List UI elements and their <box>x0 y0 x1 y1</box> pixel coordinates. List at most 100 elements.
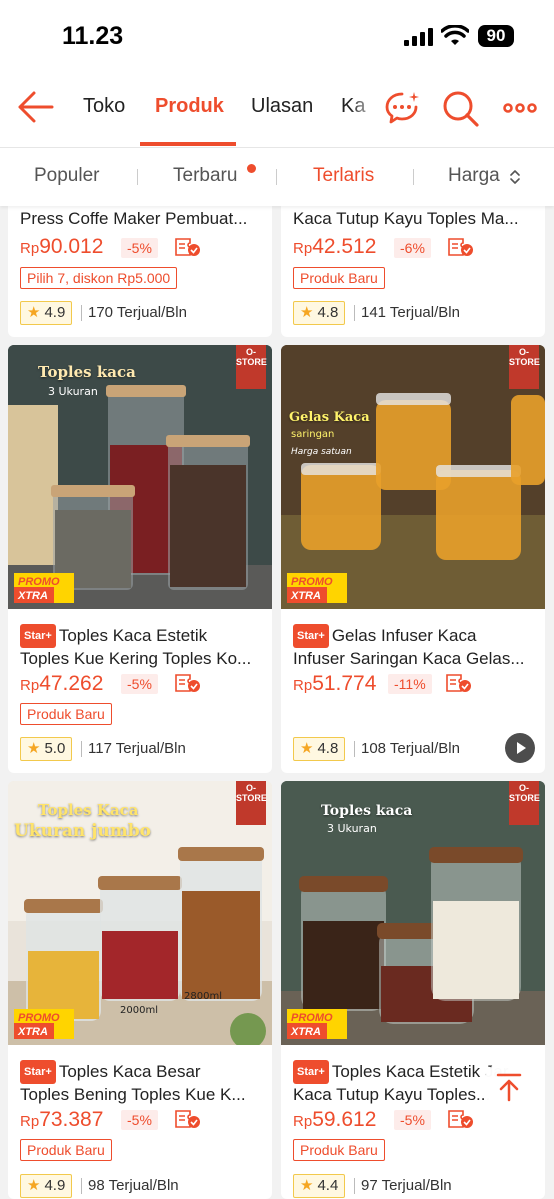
cellular-signal-icon <box>404 28 433 46</box>
product-card[interactable]: Gelas Kaca saringan Harga satuan O-STORE… <box>281 345 545 773</box>
divider <box>81 741 82 757</box>
sort-terlaris[interactable]: Terlaris <box>313 165 374 187</box>
rating-badge: ★ 5.0 <box>20 737 73 761</box>
size-label: 2000ml <box>120 1005 158 1016</box>
star-icon: ★ <box>300 1177 314 1194</box>
product-image <box>281 781 545 1045</box>
app-root: 11.23 90 Toko Produk Ulasan Ka <box>0 0 554 1199</box>
image-caption: Gelas Kaca <box>289 410 370 425</box>
sold-count: 117 Terjual/Bln <box>88 740 186 757</box>
product-price: Rp51.774 <box>293 672 377 695</box>
image-caption: Toples kaca <box>321 803 413 819</box>
star-icon: ★ <box>27 1177 41 1194</box>
brand-strip: O-STORE <box>236 345 267 389</box>
cod-icon <box>448 1110 473 1128</box>
star-icon: ★ <box>27 740 41 757</box>
discount-badge: -11% <box>388 674 432 694</box>
new-indicator-dot <box>247 164 256 173</box>
product-card[interactable]: Toples kaca 3 Ukuran O-STORE PROMO XTRA … <box>8 345 272 773</box>
svg-text:XTRA: XTRA <box>17 590 48 602</box>
promo-tag: Pilih 7, diskon Rp5.000 <box>20 267 178 289</box>
promo-tag: Produk Baru <box>20 703 112 725</box>
tab-produk[interactable]: Produk <box>155 95 224 118</box>
product-price: Rp90.012 <box>20 235 104 258</box>
image-subcaption: 3 Ukuran <box>48 385 98 398</box>
image-subcaption: Ukuran jumbo <box>14 821 151 841</box>
sort-terbaru[interactable]: Terbaru <box>173 165 237 187</box>
rating-badge: ★ 4.8 <box>293 301 346 325</box>
back-to-top-icon[interactable] <box>482 1060 536 1114</box>
product-price: Rp59.612 <box>293 1108 377 1131</box>
rating-badge: ★ 4.9 <box>20 1174 73 1198</box>
rating-badge: ★ 4.9 <box>20 301 73 325</box>
tab-ulasan[interactable]: Ulasan <box>251 95 313 118</box>
sort-divider <box>137 169 138 185</box>
star-plus-badge: Star+ <box>293 624 329 648</box>
product-card[interactable]: Toples kaca 3 Ukuran O-STORE PROMO XTRA … <box>281 781 545 1199</box>
promo-xtra-badge: PROMO XTRA <box>14 1009 74 1039</box>
product-price: Rp42.512 <box>293 235 377 258</box>
divider <box>81 1178 82 1194</box>
size-label: 2800ml <box>184 991 222 1002</box>
promo-tag: Produk Baru <box>293 1139 385 1161</box>
promo-tag: Produk Baru <box>293 267 385 289</box>
play-video-icon[interactable] <box>505 733 535 763</box>
product-price: Rp47.262 <box>20 672 104 695</box>
divider <box>354 1178 355 1194</box>
sort-divider <box>276 169 277 185</box>
more-options-icon[interactable] <box>500 88 540 128</box>
product-title: Star+ Toples Kaca Besar Toples Bening Top… <box>20 1060 246 1104</box>
sort-populer[interactable]: Populer <box>34 165 100 187</box>
sold-count: 98 Terjual/Bln <box>88 1177 179 1194</box>
sold-count: 170 Terjual/Bln <box>88 304 187 321</box>
product-title: Star+ Toples Kaca Estetik Toples Kue Keri… <box>20 624 252 668</box>
sort-harga[interactable]: Harga <box>448 165 500 187</box>
promo-xtra-badge: PROMO XTRA <box>287 573 347 603</box>
sort-bar: Populer Terbaru Terlaris Harga <box>0 148 554 206</box>
star-icon: ★ <box>300 740 314 757</box>
star-plus-badge: Star+ <box>20 624 56 648</box>
star-icon: ★ <box>300 304 314 321</box>
cod-icon <box>175 1110 200 1128</box>
discount-badge: -6% <box>394 238 431 258</box>
image-subcaption: saringan <box>291 429 335 440</box>
svg-text:PROMO: PROMO <box>18 576 60 588</box>
tab-fade <box>350 70 380 147</box>
brand-strip: O-STORE <box>236 781 267 825</box>
image-note: Harga satuan <box>291 447 352 457</box>
product-title: Press Coffe Maker Pembuat... <box>20 209 248 228</box>
cod-icon <box>448 238 473 256</box>
wifi-icon <box>441 25 469 45</box>
discount-badge: -5% <box>394 1110 431 1130</box>
svg-text:PROMO: PROMO <box>291 1012 333 1024</box>
rating-badge: ★ 4.8 <box>293 737 346 761</box>
sold-count: 108 Terjual/Bln <box>361 740 460 757</box>
product-card[interactable]: Toples Kaca Ukuran jumbo 2000ml 2800ml O… <box>8 781 272 1199</box>
product-image <box>281 345 545 609</box>
discount-badge: -5% <box>121 1110 158 1130</box>
active-tab-indicator <box>140 142 236 146</box>
cod-icon <box>175 674 200 692</box>
chat-icon[interactable] <box>382 88 422 128</box>
shop-nav-bar: Toko Produk Ulasan Ka <box>0 70 554 148</box>
sort-divider <box>413 169 414 185</box>
svg-text:XTRA: XTRA <box>17 1026 48 1038</box>
star-icon: ★ <box>27 304 41 321</box>
sold-count: 97 Terjual/Bln <box>361 1177 452 1194</box>
divider <box>354 741 355 757</box>
brand-strip: O-STORE <box>509 781 540 825</box>
image-caption: Toples kaca <box>38 363 136 381</box>
discount-badge: -5% <box>121 674 158 694</box>
discount-badge: -5% <box>121 238 158 258</box>
back-arrow-icon[interactable] <box>16 90 54 124</box>
divider <box>81 305 82 321</box>
svg-text:XTRA: XTRA <box>290 1026 321 1038</box>
product-price: Rp73.387 <box>20 1108 104 1131</box>
product-title: Kaca Tutup Kayu Toples Ma... <box>293 209 519 228</box>
svg-text:PROMO: PROMO <box>291 576 333 588</box>
tab-toko[interactable]: Toko <box>83 95 125 118</box>
cod-icon <box>446 674 471 692</box>
rating-badge: ★ 4.4 <box>293 1174 346 1198</box>
search-icon[interactable] <box>440 88 480 128</box>
product-title: Star+ Gelas Infuser Kaca Infuser Saringan… <box>293 624 525 668</box>
